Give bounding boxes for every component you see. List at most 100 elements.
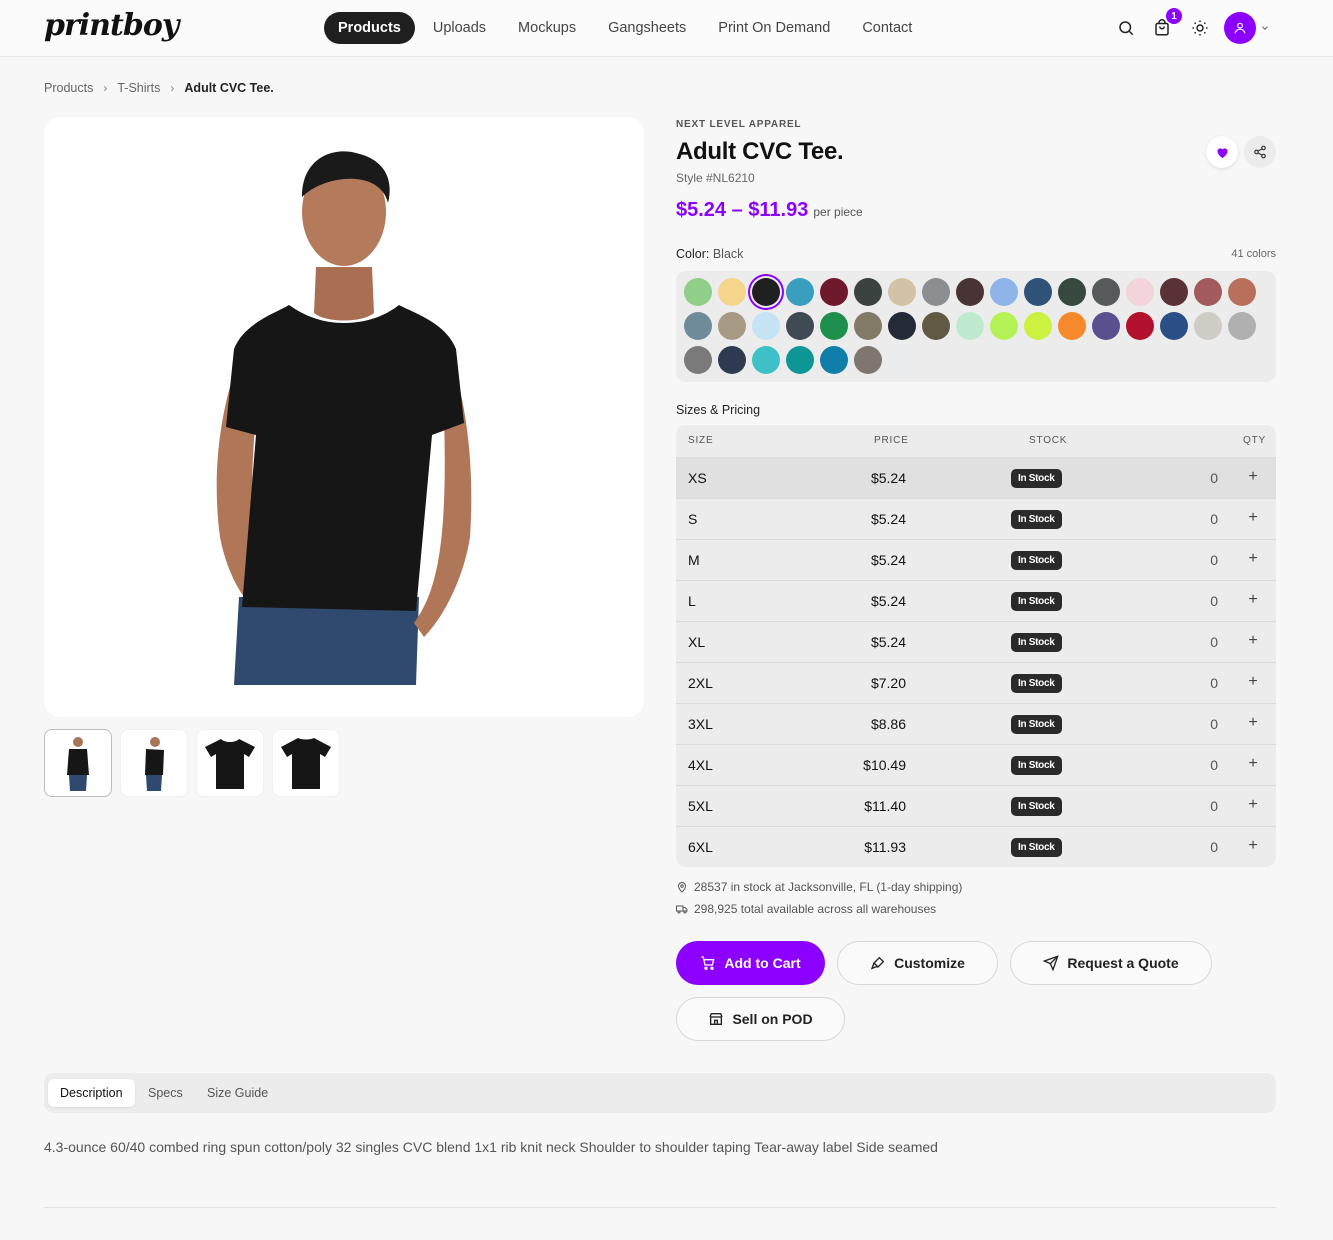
add-to-cart-label: Add to Cart <box>724 955 801 971</box>
price-range: $5.24 – $11.93 <box>676 199 809 221</box>
color-swatch[interactable] <box>684 278 712 306</box>
color-swatch[interactable] <box>718 346 746 374</box>
price-cell: $5.24 <box>870 511 906 527</box>
plus-icon[interactable]: + <box>1244 753 1262 775</box>
thumbnail-front-model[interactable] <box>44 729 112 797</box>
customize-button[interactable]: Customize <box>837 941 998 985</box>
price-unit: per piece <box>813 205 863 219</box>
sizes-pricing-label: Sizes & Pricing <box>676 403 761 417</box>
color-swatch[interactable] <box>1228 278 1256 306</box>
color-swatch[interactable] <box>854 346 882 374</box>
color-swatch[interactable] <box>786 278 814 306</box>
color-swatch[interactable] <box>684 346 712 374</box>
in-stock-badge: In Stock <box>1011 510 1062 529</box>
cart-icon <box>701 956 715 970</box>
tab-description[interactable]: Description <box>48 1079 135 1107</box>
color-swatch[interactable] <box>718 278 746 306</box>
color-swatch[interactable] <box>956 278 984 306</box>
plus-icon[interactable]: + <box>1244 466 1262 488</box>
nav-products[interactable]: Products <box>324 12 415 44</box>
color-swatch[interactable] <box>786 312 814 340</box>
share-button[interactable] <box>1244 136 1276 168</box>
color-swatch[interactable] <box>1126 278 1154 306</box>
color-swatch[interactable] <box>990 278 1018 306</box>
color-swatch[interactable] <box>1092 312 1120 340</box>
color-swatch[interactable] <box>1126 312 1154 340</box>
color-swatch[interactable] <box>888 312 916 340</box>
chevron-down-icon[interactable] <box>1260 20 1270 38</box>
plus-icon[interactable]: + <box>1244 835 1262 857</box>
qty-value: 0 <box>1210 757 1218 773</box>
color-swatch[interactable] <box>684 312 712 340</box>
color-swatch[interactable] <box>1024 278 1052 306</box>
thumbnail-side-model[interactable] <box>120 729 188 797</box>
plus-icon[interactable]: + <box>1244 630 1262 652</box>
color-swatch[interactable] <box>1194 312 1222 340</box>
color-swatch[interactable] <box>1024 312 1052 340</box>
col-header-qty: QTY <box>1243 435 1266 446</box>
nav-uploads[interactable]: Uploads <box>419 12 500 44</box>
color-swatch[interactable] <box>854 312 882 340</box>
color-swatch[interactable] <box>1092 278 1120 306</box>
avatar[interactable] <box>1224 12 1256 44</box>
table-row: 5XL $11.40 In Stock 0 + <box>676 785 1276 826</box>
plus-icon[interactable]: + <box>1244 671 1262 693</box>
size-cell: 6XL <box>688 839 713 855</box>
tab-specs[interactable]: Specs <box>136 1079 195 1107</box>
thumbnail-flat-front[interactable] <box>196 729 264 797</box>
color-swatch[interactable] <box>820 312 848 340</box>
breadcrumb-products[interactable]: Products <box>44 81 93 95</box>
add-to-cart-button[interactable]: Add to Cart <box>676 941 825 985</box>
request-quote-label: Request a Quote <box>1067 955 1179 971</box>
color-swatch[interactable] <box>1228 312 1256 340</box>
plus-icon[interactable]: + <box>1244 794 1262 816</box>
chevron-right-icon: › <box>103 81 108 95</box>
search-icon[interactable] <box>1116 18 1136 38</box>
send-icon <box>1043 955 1060 971</box>
color-swatch[interactable] <box>888 346 916 374</box>
table-row: L $5.24 In Stock 0 + <box>676 580 1276 621</box>
nav-mockups[interactable]: Mockups <box>504 12 590 44</box>
color-swatch[interactable] <box>1160 278 1188 306</box>
color-swatch[interactable] <box>752 278 780 306</box>
color-swatch[interactable] <box>820 346 848 374</box>
plus-icon[interactable]: + <box>1244 712 1262 734</box>
logo[interactable]: printboy <box>44 8 179 43</box>
sell-on-pod-button[interactable]: Sell on POD <box>676 997 845 1041</box>
color-swatch[interactable] <box>888 278 916 306</box>
color-swatch[interactable] <box>922 312 950 340</box>
nav-print-on-demand[interactable]: Print On Demand <box>704 12 844 44</box>
color-swatch[interactable] <box>854 278 882 306</box>
color-swatch[interactable] <box>1160 312 1188 340</box>
nav-contact[interactable]: Contact <box>848 12 926 44</box>
qty-value: 0 <box>1210 470 1218 486</box>
color-swatch[interactable] <box>752 346 780 374</box>
nav-gangsheets[interactable]: Gangsheets <box>594 12 700 44</box>
color-swatch[interactable] <box>1058 278 1086 306</box>
color-swatch[interactable] <box>786 346 814 374</box>
thumbnail-strip <box>44 729 340 797</box>
thumbnail-flat-back[interactable] <box>272 729 340 797</box>
brush-icon <box>870 956 885 970</box>
main-product-image[interactable] <box>44 117 644 717</box>
color-label-key: Color: <box>676 247 710 261</box>
color-swatch[interactable] <box>922 278 950 306</box>
color-swatch[interactable] <box>956 312 984 340</box>
in-stock-badge: In Stock <box>1011 715 1062 734</box>
request-quote-button[interactable]: Request a Quote <box>1010 941 1212 985</box>
color-swatch[interactable] <box>718 312 746 340</box>
color-swatch[interactable] <box>820 278 848 306</box>
plus-icon[interactable]: + <box>1244 589 1262 611</box>
color-swatch[interactable] <box>1058 312 1086 340</box>
color-swatch[interactable] <box>1194 278 1222 306</box>
color-swatch[interactable] <box>752 312 780 340</box>
total-stock-info: 298,925 total available across all wareh… <box>676 902 936 916</box>
theme-toggle-sun-icon[interactable] <box>1190 18 1210 38</box>
tab-size-guide[interactable]: Size Guide <box>195 1079 280 1107</box>
product-brand: NEXT LEVEL APPAREL <box>676 119 802 130</box>
plus-icon[interactable]: + <box>1244 548 1262 570</box>
color-swatch[interactable] <box>990 312 1018 340</box>
plus-icon[interactable]: + <box>1244 507 1262 529</box>
favorite-button[interactable] <box>1206 136 1238 168</box>
breadcrumb-tshirts[interactable]: T-Shirts <box>117 81 160 95</box>
